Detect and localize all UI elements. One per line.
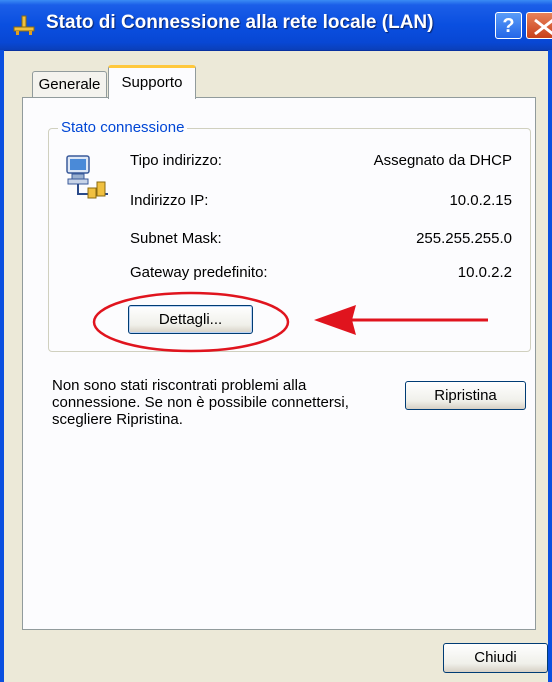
network-connection-icon xyxy=(66,155,108,199)
repair-button[interactable]: Ripristina xyxy=(405,381,526,410)
ip-address-value: 10.0.2.15 xyxy=(449,192,512,209)
gateway-value: 10.0.2.2 xyxy=(457,264,512,281)
ip-address-label: Indirizzo IP: xyxy=(130,192,209,209)
close-window-button[interactable] xyxy=(526,12,552,39)
address-type-value: Assegnato da DHCP xyxy=(373,152,512,169)
close-button[interactable]: Chiudi xyxy=(443,643,548,673)
details-button[interactable]: Dettagli... xyxy=(128,305,253,334)
group-title: Stato connessione xyxy=(58,119,188,136)
help-button[interactable]: ? xyxy=(495,12,522,39)
subnet-mask-value: 255.255.255.0 xyxy=(416,230,512,247)
tab-supporto[interactable]: Supporto xyxy=(108,65,196,99)
address-type-label: Tipo indirizzo: xyxy=(130,152,222,169)
gateway-label: Gateway predefinito: xyxy=(130,264,268,281)
status-message: Non sono stati riscontrati problemi alla… xyxy=(52,377,349,428)
title-bar[interactable]: Stato di Connessione alla rete locale (L… xyxy=(0,0,552,51)
close-icon xyxy=(534,18,552,36)
tab-generale[interactable]: Generale xyxy=(32,71,107,97)
network-connection-icon xyxy=(13,15,35,35)
window-title: Stato di Connessione alla rete locale (L… xyxy=(46,12,434,33)
window-frame-right xyxy=(548,50,552,682)
subnet-mask-label: Subnet Mask: xyxy=(130,230,222,247)
window-frame-left xyxy=(0,50,4,682)
